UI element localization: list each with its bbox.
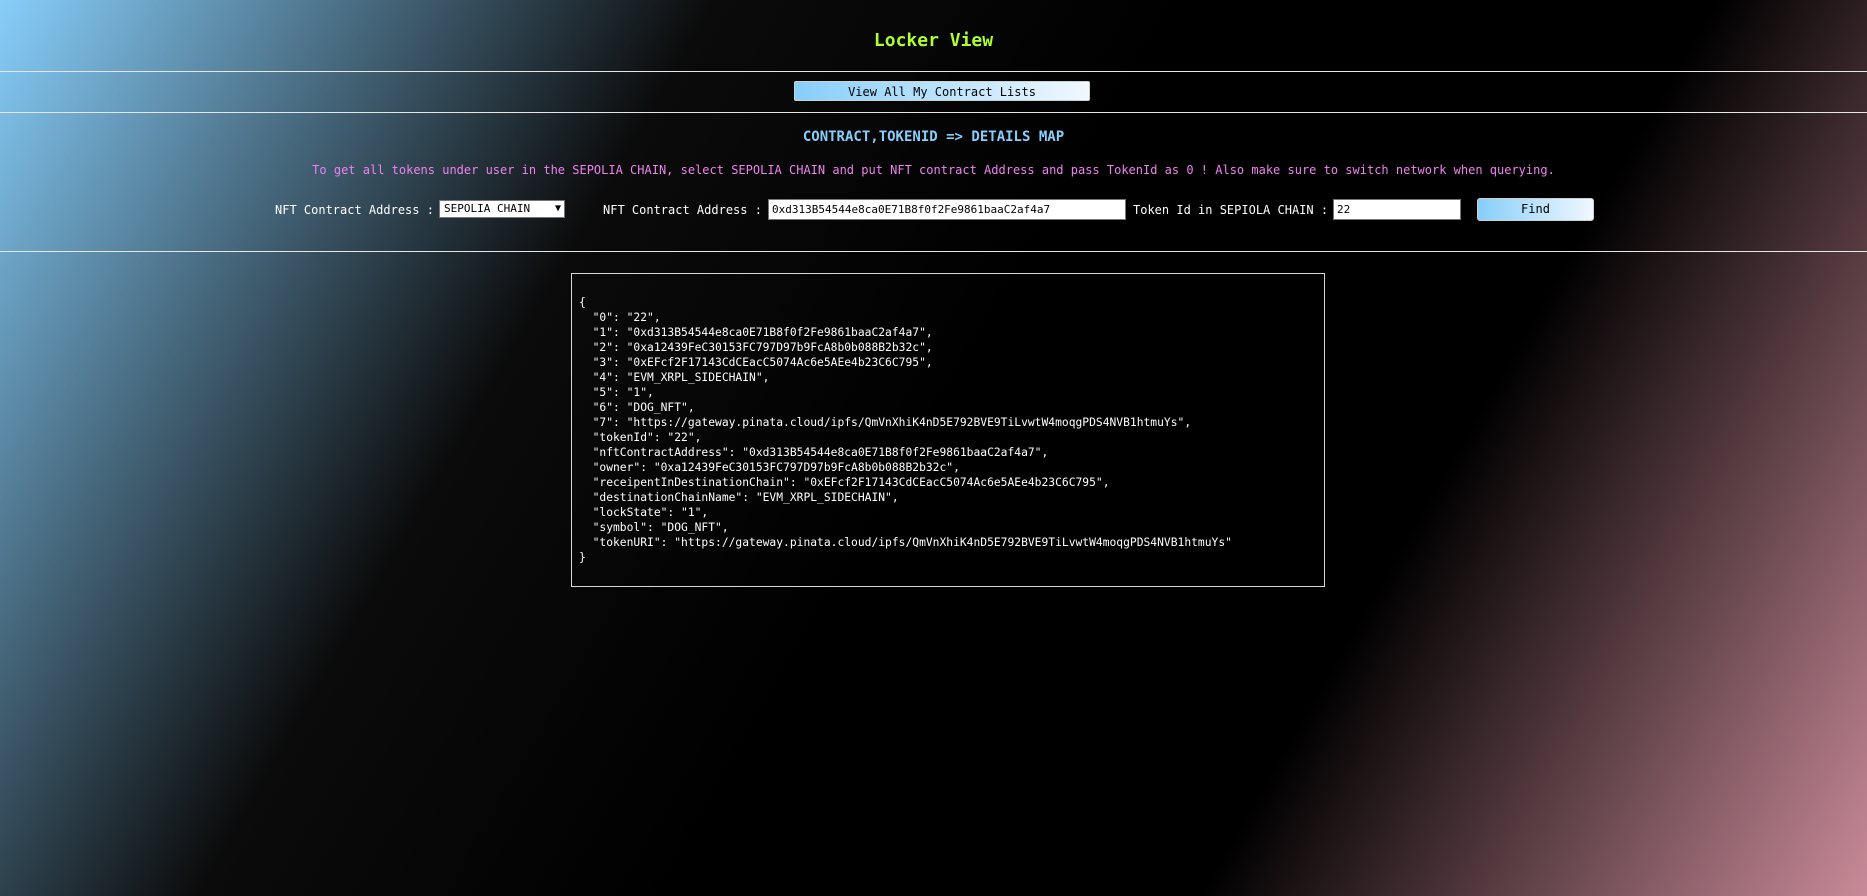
top-divider <box>0 71 1867 72</box>
contract-address-label: NFT Contract Address : <box>603 203 762 217</box>
section-divider <box>0 112 1867 113</box>
find-button[interactable]: Find <box>1477 198 1594 221</box>
page-title: Locker View <box>873 30 994 51</box>
section-title: CONTRACT,TOKENID => DETAILS MAP <box>802 129 1065 145</box>
query-form: NFT Contract Address : SEPOLIA CHAIN ▼ N… <box>0 198 1867 221</box>
chain-select-label: NFT Contract Address : <box>275 203 434 217</box>
chain-select[interactable]: SEPOLIA CHAIN ▼ <box>439 200 565 218</box>
chevron-down-icon: ▼ <box>554 203 561 214</box>
chain-select-value: SEPOLIA CHAIN <box>444 202 531 215</box>
result-json: { "0": "22", "1": "0xd313B54544e8ca0E71B… <box>579 296 1232 564</box>
token-id-label: Token Id in SEPIOLA CHAIN : <box>1133 203 1329 217</box>
token-id-input[interactable]: 22 <box>1333 199 1461 220</box>
result-panel: { "0": "22", "1": "0xd313B54544e8ca0E71B… <box>571 273 1325 587</box>
results-divider <box>0 251 1867 252</box>
contract-address-input[interactable]: 0xd313B54544e8ca0E71B8f0f2Fe9861baaC2af4… <box>768 199 1126 220</box>
view-all-contracts-button[interactable]: View All My Contract Lists <box>794 81 1090 101</box>
instructions-text: To get all tokens under user in the SEPO… <box>312 163 1555 177</box>
